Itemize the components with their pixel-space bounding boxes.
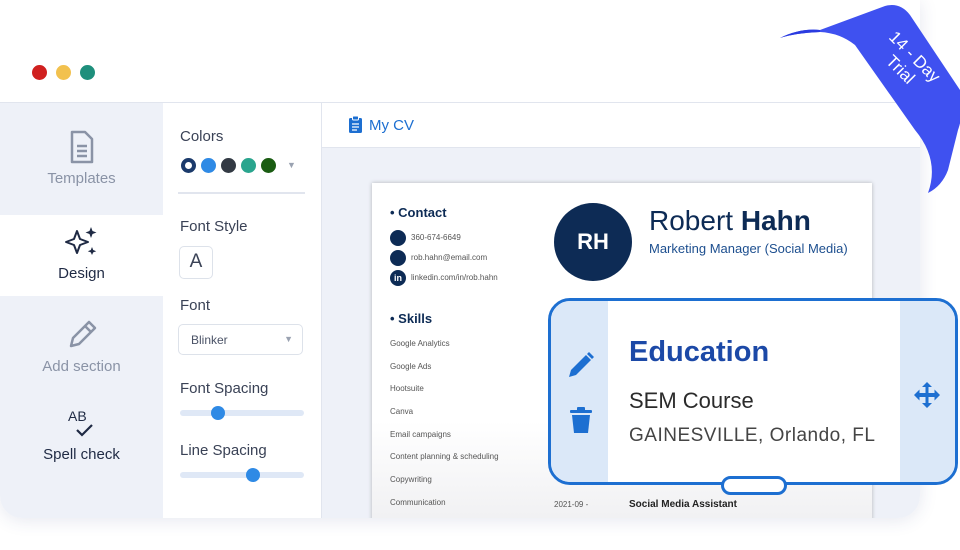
experience-date: 2021-09 -: [554, 500, 589, 509]
move-arrows-icon[interactable]: [913, 381, 941, 409]
chevron-down-icon: ▼: [284, 334, 293, 344]
skill-item: Communication: [390, 498, 446, 507]
section-heading: Education: [629, 336, 770, 368]
font-spacing-label: Font Spacing: [180, 380, 269, 397]
sidebar-item-label: Spell check: [43, 446, 120, 463]
window-close-dot[interactable]: [32, 65, 47, 80]
divider: [178, 192, 305, 194]
drag-handle-area: [900, 301, 955, 482]
cv-job-title: Marketing Manager (Social Media): [649, 241, 848, 256]
delete-trash-icon[interactable]: [569, 407, 593, 435]
contact-heading: • Contact: [390, 205, 447, 220]
design-panel: Colors ▼ Font Style A Font Blinker ▼ Fon…: [163, 103, 322, 518]
skill-item: Hootsuite: [390, 384, 424, 393]
color-swatch[interactable]: [241, 158, 256, 173]
avatar: RH: [554, 203, 632, 281]
skill-item: Copywriting: [390, 475, 432, 484]
window-maximize-dot[interactable]: [80, 65, 95, 80]
slider-thumb[interactable]: [246, 468, 261, 482]
section-actions: [551, 301, 608, 482]
skill-item: Google Analytics: [390, 339, 450, 348]
linkedin-icon: in: [390, 270, 406, 286]
sidebar-item-add-section[interactable]: Add section: [0, 318, 163, 375]
line-spacing-slider[interactable]: [180, 468, 304, 482]
color-swatch[interactable]: [221, 158, 236, 173]
resize-handle[interactable]: [721, 476, 787, 495]
sidebar-item-label: Templates: [47, 170, 116, 187]
sparkles-icon: [64, 227, 96, 255]
trial-ribbon: 14 - Day Trial: [780, 5, 960, 193]
course-name: SEM Course: [629, 388, 754, 413]
experience-title: Social Media Assistant: [629, 499, 737, 510]
font-style-label: Font Style: [180, 218, 248, 235]
spell-check-icon: AB: [68, 408, 93, 437]
sidebar-item-label: Add section: [42, 358, 121, 375]
skills-heading: • Skills: [390, 311, 433, 326]
skill-item: Content planning & scheduling: [390, 452, 499, 461]
sidebar-item-spell-check[interactable]: AB Spell check: [0, 406, 163, 463]
line-spacing-label: Line Spacing: [180, 442, 267, 459]
contact-email: rob.hahn@email.com: [411, 253, 488, 262]
sidebar-item-design[interactable]: Design: [0, 215, 163, 296]
svg-text:AB: AB: [68, 408, 87, 424]
contact-linkedin: linkedin.com/in/rob.hahn: [411, 273, 498, 282]
font-style-button[interactable]: A: [179, 246, 213, 279]
sidebar: Templates Design Add section AB Spell ch…: [0, 103, 163, 518]
edit-pencil-icon[interactable]: [567, 351, 595, 379]
color-swatch[interactable]: [201, 158, 216, 173]
font-select[interactable]: Blinker ▼: [178, 324, 303, 355]
font-spacing-slider[interactable]: [180, 406, 304, 420]
sidebar-item-templates[interactable]: Templates: [0, 130, 163, 187]
contact-phone: 360-674-6649: [411, 233, 461, 242]
slider-thumb[interactable]: [211, 406, 226, 420]
skill-item: Google Ads: [390, 362, 432, 371]
pencil-icon: [69, 320, 96, 348]
cv-name: Robert Hahn: [649, 205, 811, 236]
colors-label: Colors: [180, 128, 224, 145]
document-title: My CV: [369, 117, 414, 134]
document-icon: [70, 130, 93, 164]
color-swatch-selected[interactable]: [181, 158, 196, 173]
color-swatch[interactable]: [261, 158, 276, 173]
skill-item: Email campaigns: [390, 430, 451, 439]
clipboard-icon: [349, 116, 362, 133]
phone-icon: [390, 230, 406, 246]
window-minimize-dot[interactable]: [56, 65, 71, 80]
course-location: GAINESVILLE, Orlando, FL: [629, 425, 876, 446]
sidebar-item-label: Design: [58, 265, 105, 282]
font-select-value: Blinker: [191, 333, 228, 347]
colors-dropdown-arrow-icon[interactable]: ▼: [287, 160, 296, 170]
font-label: Font: [180, 297, 211, 314]
education-section-card[interactable]: Education SEM Course GAINESVILLE, Orland…: [548, 298, 958, 485]
email-icon: [390, 250, 406, 266]
skill-item: Canva: [390, 407, 414, 416]
